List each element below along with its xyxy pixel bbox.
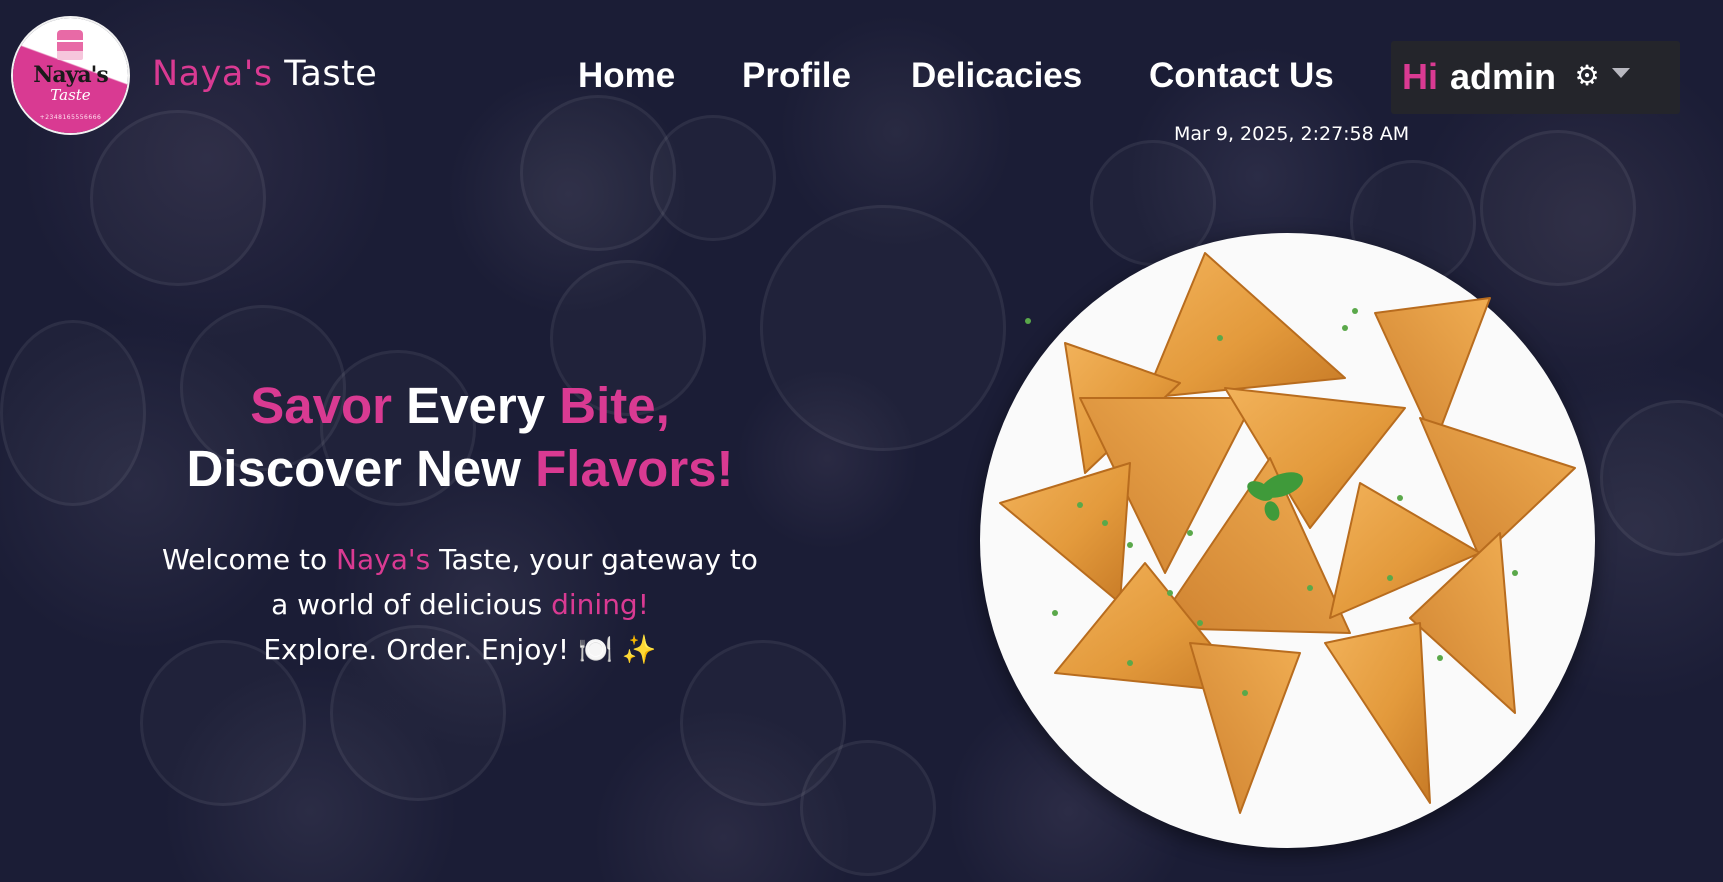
samosas-illustration	[999, 252, 1576, 814]
caret-down-icon[interactable]	[1612, 68, 1630, 78]
hero-heading-line2: Discover New Flavors!	[100, 437, 820, 500]
hero-description-line2: a world of delicious dining!	[110, 582, 810, 627]
logo-sub-text: Taste	[50, 86, 91, 104]
hero-heading: Savor Every Bite, Discover New Flavors!	[100, 374, 820, 500]
user-menu-dropdown[interactable]: Hi admin ⚙	[1391, 41, 1680, 114]
hero-word-savor: Savor	[250, 377, 392, 434]
gear-icon[interactable]: ⚙	[1572, 61, 1602, 91]
hero-text-gateway: Taste, your gateway to	[430, 543, 758, 576]
brand-name-first: Naya's	[152, 54, 273, 94]
hero-text-brand: Naya's	[336, 543, 431, 576]
nav-link-home[interactable]: Home	[578, 52, 675, 100]
brand-name-second: Taste	[284, 54, 378, 94]
cake-icon	[57, 30, 83, 60]
current-datetime: Mar 9, 2025, 2:27:58 AM	[1174, 123, 1410, 145]
hero-description: Welcome to Naya's Taste, your gateway to…	[110, 537, 810, 672]
logo-phone-text: +2348165556666	[39, 114, 102, 121]
user-name: admin	[1450, 56, 1557, 97]
hero-word-flavors: Flavors!	[535, 440, 734, 497]
hero-word-every: Every	[391, 377, 560, 434]
samosa-plate-image	[980, 233, 1595, 848]
logo-main-text: Naya's	[33, 62, 109, 88]
nav-link-contact-us[interactable]: Contact Us	[1149, 52, 1334, 100]
nav-link-delicacies[interactable]: Delicacies	[911, 52, 1082, 100]
user-greeting: Hi	[1402, 56, 1438, 97]
hero-description-line3: Explore. Order. Enjoy! 🍽️ ✨	[263, 633, 657, 666]
hero-text-welcome: Welcome to	[162, 543, 337, 576]
brand-logo[interactable]: Naya's Taste +2348165556666	[13, 18, 128, 133]
hero-text-dining: dining!	[551, 588, 649, 621]
hero-word-bite: Bite,	[559, 377, 670, 434]
brand-name[interactable]: Naya's Taste	[152, 50, 377, 98]
hero-heading-line1: Savor Every Bite,	[100, 374, 820, 437]
hero-description-line1: Welcome to Naya's Taste, your gateway to	[110, 537, 810, 582]
hero-words-discover-new: Discover New	[186, 440, 536, 497]
nav-link-profile[interactable]: Profile	[742, 52, 851, 100]
hero-text-world: a world of delicious	[271, 588, 552, 621]
